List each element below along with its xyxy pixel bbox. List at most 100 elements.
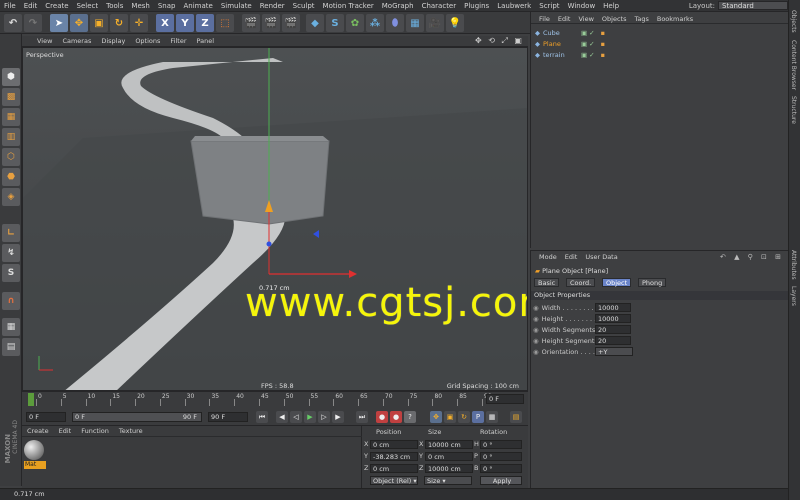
workplane-mode-icon[interactable]: ▥ [2, 128, 20, 146]
layout-selector[interactable]: Layout: Standard [689, 1, 788, 10]
layout-select[interactable]: Standard [718, 1, 788, 10]
coordinate-mode-select[interactable]: Object (Rel) ▾ [370, 476, 418, 485]
attribute-tab-phong[interactable]: Phong [638, 278, 667, 287]
viewport-menu-cameras[interactable]: Cameras [57, 37, 96, 45]
menu-edit[interactable]: Edit [20, 0, 42, 12]
rotation-field[interactable]: 0 ° [480, 464, 522, 473]
object-menu-tags[interactable]: Tags [630, 15, 652, 23]
viewport-nav-icons[interactable]: ✥ ⟲ ⤢ ▣ [475, 36, 524, 46]
object-menu-file[interactable]: File [535, 15, 554, 23]
render-settings-icon[interactable]: 🎬 [282, 14, 300, 32]
material-menu-edit[interactable]: Edit [54, 427, 77, 435]
points-mode-icon[interactable]: ⬡ [2, 148, 20, 166]
material-swatch[interactable]: Mat [24, 440, 46, 470]
attribute-value[interactable]: 20 [595, 336, 631, 345]
animate-radio-icon[interactable]: ◉ [533, 326, 539, 334]
size-mode-select[interactable]: Size ▾ [424, 476, 472, 485]
keyframe-selection-icon[interactable]: ? [404, 411, 416, 423]
snap-icon[interactable]: S [2, 264, 20, 282]
light-icon[interactable]: 💡 [446, 14, 464, 32]
key-pla-icon[interactable]: ▦ [486, 411, 498, 423]
workplane-icon[interactable]: ▦ [2, 318, 20, 336]
viewport-perspective[interactable]: Perspective 0.717 cm FPS : 58.8 Grid Spa… [22, 47, 528, 391]
object-name[interactable]: Cube [543, 28, 575, 39]
object-menu-view[interactable]: View [574, 15, 597, 23]
visibility-icon[interactable]: ▣ [581, 29, 587, 37]
polygons-mode-icon[interactable]: ◈ [2, 188, 20, 206]
viewport-menu-panel[interactable]: Panel [192, 37, 220, 45]
enabled-check-icon[interactable]: ✓ [589, 29, 594, 37]
object-row[interactable]: ◆ Plane ▣ ✓ ▪ [535, 39, 785, 50]
menu-help[interactable]: Help [599, 0, 623, 12]
rotation-field[interactable]: 0 ° [480, 440, 522, 449]
enabled-check-icon[interactable]: ✓ [589, 40, 594, 48]
key-scale-icon[interactable]: ▣ [444, 411, 456, 423]
locked-workplane-icon[interactable]: ▤ [2, 338, 20, 356]
menu-script[interactable]: Script [535, 0, 563, 12]
current-frame-field[interactable]: 0 F [26, 412, 66, 422]
prev-frame-icon[interactable]: ◁ [290, 411, 302, 423]
goto-start-icon[interactable]: ⏮ [256, 411, 268, 423]
object-name[interactable]: Plane [543, 39, 575, 50]
undo-icon[interactable]: ↶ [4, 14, 22, 32]
goto-end-icon[interactable]: ⏭ [356, 411, 368, 423]
attribute-tab-coord[interactable]: Coord. [566, 278, 596, 287]
menu-tools[interactable]: Tools [102, 0, 127, 12]
size-field[interactable]: 10000 cm [425, 464, 473, 473]
rotate-tool-icon[interactable]: ↻ [110, 14, 128, 32]
y-axis-icon[interactable]: Y [176, 14, 194, 32]
object-row[interactable]: ◆ Cube ▣ ✓ ▪ [535, 28, 785, 39]
record-icon[interactable]: ● [376, 411, 388, 423]
side-tab-content-browser[interactable]: Content Browser [790, 40, 797, 90]
timeline-ruler[interactable]: 051015202530354045505560657075808590 [28, 393, 498, 407]
tag-icon[interactable]: ▪ [601, 40, 605, 48]
generator-icon[interactable]: ✿ [346, 14, 364, 32]
attribute-tab-object[interactable]: Object [602, 278, 632, 287]
menu-window[interactable]: Window [564, 0, 600, 12]
playhead[interactable] [28, 393, 34, 406]
next-frame-icon[interactable]: ▷ [318, 411, 330, 423]
axis-mode-icon[interactable]: ∟ [2, 224, 20, 242]
play-icon[interactable]: ▶ [304, 411, 316, 423]
menu-animate[interactable]: Animate [179, 0, 216, 12]
key-parameter-icon[interactable]: P [472, 411, 484, 423]
rotation-field[interactable]: 0 ° [480, 452, 522, 461]
enabled-check-icon[interactable]: ✓ [589, 51, 594, 59]
menu-laubwerk[interactable]: Laubwerk [493, 0, 535, 12]
render-picture-viewer-icon[interactable]: 🎬 [262, 14, 280, 32]
timeline[interactable]: 051015202530354045505560657075808590 0 F [22, 391, 528, 408]
autokey-icon[interactable]: ● [390, 411, 402, 423]
z-axis-icon[interactable]: Z [196, 14, 214, 32]
next-key-icon[interactable]: ▶ [332, 411, 344, 423]
size-field[interactable]: 0 cm [425, 452, 473, 461]
tweak-mode-icon[interactable]: ↯ [2, 244, 20, 262]
tag-icon[interactable]: ▪ [601, 29, 605, 37]
cube-primitive-icon[interactable]: ◆ [306, 14, 324, 32]
tag-icon[interactable]: ▪ [601, 51, 605, 59]
scale-tool-icon[interactable]: ▣ [90, 14, 108, 32]
transform-tool-icon[interactable]: ✛ [130, 14, 148, 32]
visibility-icon[interactable]: ▣ [581, 51, 587, 59]
move-tool-icon[interactable]: ✥ [70, 14, 88, 32]
menu-motion-tracker[interactable]: Motion Tracker [319, 0, 378, 12]
timeline-icon[interactable]: ▤ [510, 411, 522, 423]
edges-mode-icon[interactable]: ⬣ [2, 168, 20, 186]
animate-radio-icon[interactable]: ◉ [533, 304, 539, 312]
position-field[interactable]: 0 cm [370, 440, 418, 449]
viewport-menu-view[interactable]: View [32, 37, 57, 45]
max-frame-field[interactable]: 90 F [208, 412, 248, 422]
menu-create[interactable]: Create [41, 0, 72, 12]
key-position-icon[interactable]: ✥ [430, 411, 442, 423]
redo-icon[interactable]: ↷ [24, 14, 42, 32]
size-field[interactable]: 10000 cm [425, 440, 473, 449]
position-field[interactable]: -38.283 cm [370, 452, 418, 461]
menu-snap[interactable]: Snap [154, 0, 180, 12]
magnet-icon[interactable]: ∩ [2, 292, 20, 310]
material-menu-texture[interactable]: Texture [114, 427, 148, 435]
menu-render[interactable]: Render [256, 0, 289, 12]
attribute-value[interactable]: 10000 cm [595, 314, 631, 331]
viewport-menu-options[interactable]: Options [130, 37, 165, 45]
attribute-menu-user-data[interactable]: User Data [581, 253, 621, 261]
object-menu-bookmarks[interactable]: Bookmarks [653, 15, 697, 23]
menu-plugins[interactable]: Plugins [460, 0, 493, 12]
